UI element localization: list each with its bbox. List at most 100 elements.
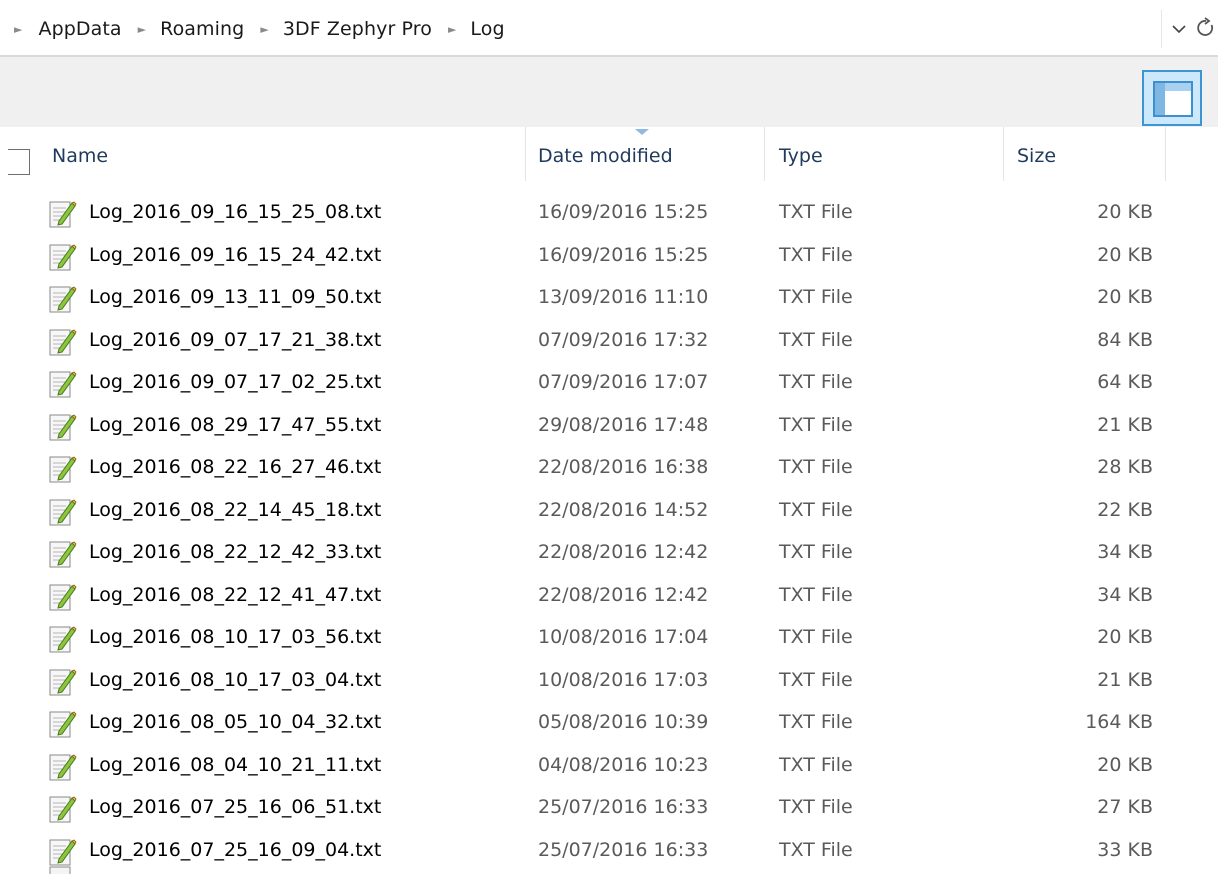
breadcrumb: ► AppData ► Roaming ► 3DF Zephyr Pro ► L… — [14, 18, 521, 40]
file-size: 21 KB — [1097, 668, 1153, 691]
address-bar-divider — [1161, 10, 1162, 48]
file-type: TXT File — [779, 711, 853, 733]
preview-pane-button[interactable] — [1142, 70, 1202, 126]
pane-top-segment — [1165, 83, 1191, 91]
file-name[interactable]: Log_2016_08_10_17_03_56.txt — [89, 626, 381, 648]
file-size: 84 KB — [1097, 328, 1153, 351]
text-file-icon — [47, 242, 77, 272]
file-row[interactable]: Log_2016_08_22_16_27_46.txt 22/08/2016 1… — [0, 447, 1218, 490]
file-type: TXT File — [779, 753, 853, 776]
file-name[interactable]: Log_2016_08_22_12_41_47.txt — [89, 584, 381, 606]
file-name[interactable]: Log_2016_09_16_15_24_42.txt — [89, 244, 381, 266]
breadcrumb-item-roaming[interactable]: Roaming — [160, 18, 244, 40]
chevron-right-icon[interactable]: ► — [448, 23, 456, 36]
column-header: Name Date modified Type Size — [0, 127, 1218, 189]
column-header-type[interactable]: Type — [779, 145, 823, 167]
pane-left-segment — [1155, 83, 1165, 115]
refresh-icon[interactable] — [1194, 14, 1218, 42]
file-name[interactable]: Log_2016_08_29_17_47_55.txt — [89, 414, 381, 436]
file-name[interactable]: Log_2016_07_25_16_06_51.txt — [89, 796, 381, 818]
text-file-icon — [47, 709, 77, 739]
file-name[interactable]: Log_2016_09_16_15_25_08.txt — [89, 201, 381, 223]
file-row[interactable]: Log_2016_08_10_17_03_56.txt 10/08/2016 1… — [0, 617, 1218, 660]
column-divider[interactable] — [525, 127, 526, 181]
text-file-icon — [47, 454, 77, 484]
chevron-right-icon[interactable]: ► — [260, 23, 268, 36]
text-file-icon — [47, 497, 77, 527]
breadcrumb-item-log[interactable]: Log — [470, 18, 504, 40]
file-name[interactable]: Log_2016_07_25_16_09_04.txt — [89, 839, 381, 861]
file-name[interactable]: Log_2016_08_22_16_27_46.txt — [89, 456, 381, 478]
file-date-modified: 16/09/2016 15:25 — [538, 201, 709, 223]
file-type: TXT File — [779, 328, 853, 351]
column-divider[interactable] — [1165, 127, 1166, 181]
file-size: 20 KB — [1097, 626, 1153, 648]
text-file-icon — [47, 369, 77, 399]
file-type: TXT File — [779, 541, 853, 563]
command-bar — [0, 57, 1218, 127]
file-date-modified: 29/08/2016 17:48 — [538, 413, 709, 436]
file-size: 34 KB — [1097, 541, 1153, 563]
file-date-modified: 10/08/2016 17:04 — [538, 626, 709, 648]
file-type: TXT File — [779, 583, 853, 606]
column-divider[interactable] — [764, 127, 765, 181]
file-row[interactable]: Log_2016_09_07_17_02_25.txt 07/09/2016 1… — [0, 362, 1218, 405]
text-file-icon — [47, 837, 77, 867]
chevron-right-icon[interactable]: ► — [14, 23, 22, 36]
file-date-modified: 22/08/2016 12:42 — [538, 541, 709, 563]
file-type: TXT File — [779, 838, 853, 861]
file-date-modified: 05/08/2016 10:39 — [538, 711, 709, 733]
file-row[interactable]: Log_2016_09_07_17_21_38.txt 07/09/2016 1… — [0, 320, 1218, 363]
file-row[interactable]: Log_2016_08_29_17_47_55.txt 29/08/2016 1… — [0, 405, 1218, 448]
file-row[interactable]: Log_2016_08_05_10_04_32.txt 05/08/2016 1… — [0, 702, 1218, 745]
file-name[interactable]: Log_2016_09_07_17_21_38.txt — [89, 329, 381, 351]
file-date-modified: 10/08/2016 17:03 — [538, 668, 709, 691]
text-file-icon — [47, 412, 77, 442]
file-type: TXT File — [779, 626, 853, 648]
file-size: 20 KB — [1097, 286, 1153, 308]
breadcrumb-item-3df-zephyr-pro[interactable]: 3DF Zephyr Pro — [283, 18, 432, 40]
file-name[interactable]: Log_2016_08_10_17_03_04.txt — [89, 669, 381, 691]
select-all-checkbox[interactable] — [8, 149, 30, 175]
chevron-right-icon[interactable]: ► — [138, 23, 146, 36]
file-row[interactable]: Log_2016_08_22_12_42_33.txt 22/08/2016 1… — [0, 532, 1218, 575]
file-name[interactable]: Log_2016_08_22_12_42_33.txt — [89, 541, 381, 563]
file-name[interactable]: Log_2016_09_13_11_09_50.txt — [89, 286, 381, 308]
address-bar[interactable]: ► AppData ► Roaming ► 3DF Zephyr Pro ► L… — [0, 0, 1218, 56]
file-date-modified: 04/08/2016 10:23 — [538, 753, 709, 776]
column-header-name[interactable]: Name — [52, 145, 108, 167]
file-type: TXT File — [779, 413, 853, 436]
chevron-down-icon[interactable] — [1168, 16, 1190, 42]
file-size: 21 KB — [1097, 413, 1153, 436]
file-name[interactable]: Log_2016_09_07_17_02_25.txt — [89, 371, 381, 393]
file-type: TXT File — [779, 796, 853, 818]
text-file-icon — [47, 752, 77, 782]
file-size: 64 KB — [1097, 371, 1153, 393]
file-row[interactable]: Log_2016_09_16_15_25_08.txt 16/09/2016 1… — [0, 192, 1218, 235]
preview-pane-icon — [1153, 81, 1193, 117]
file-row[interactable]: Log_2016_08_04_10_21_11.txt 04/08/2016 1… — [0, 745, 1218, 788]
file-size: 20 KB — [1097, 243, 1153, 266]
breadcrumb-item-appdata[interactable]: AppData — [38, 18, 121, 40]
file-row[interactable]: Log_2016_07_25_16_06_51.txt 25/07/2016 1… — [0, 787, 1218, 830]
file-row[interactable]: Log_2016_08_10_17_03_04.txt 10/08/2016 1… — [0, 660, 1218, 703]
file-list: Log_2016_09_16_15_25_08.txt 16/09/2016 1… — [0, 192, 1218, 872]
text-file-icon — [47, 582, 77, 612]
file-row[interactable]: Log_2016_08_22_14_45_18.txt 22/08/2016 1… — [0, 490, 1218, 533]
column-header-date-modified[interactable]: Date modified — [538, 145, 673, 167]
file-name[interactable]: Log_2016_08_05_10_04_32.txt — [89, 711, 381, 733]
column-header-size[interactable]: Size — [1017, 145, 1056, 167]
column-divider[interactable] — [1003, 127, 1004, 181]
file-type: TXT File — [779, 456, 853, 478]
file-name[interactable]: Log_2016_08_04_10_21_11.txt — [89, 754, 381, 776]
file-date-modified: 13/09/2016 11:10 — [538, 286, 709, 308]
file-type: TXT File — [779, 498, 853, 521]
file-row[interactable]: Log_2016_09_16_15_24_42.txt 16/09/2016 1… — [0, 235, 1218, 278]
file-row[interactable]: Log_2016_07_25_16_09_04.txt 25/07/2016 1… — [0, 830, 1218, 873]
file-row[interactable]: Log_2016_09_13_11_09_50.txt 13/09/2016 1… — [0, 277, 1218, 320]
file-size: 28 KB — [1097, 456, 1153, 478]
file-name[interactable]: Log_2016_08_22_14_45_18.txt — [89, 499, 381, 521]
file-row[interactable]: Log_2016_08_22_12_41_47.txt 22/08/2016 1… — [0, 575, 1218, 618]
file-date-modified: 16/09/2016 15:25 — [538, 243, 709, 266]
file-size: 34 KB — [1097, 583, 1153, 606]
